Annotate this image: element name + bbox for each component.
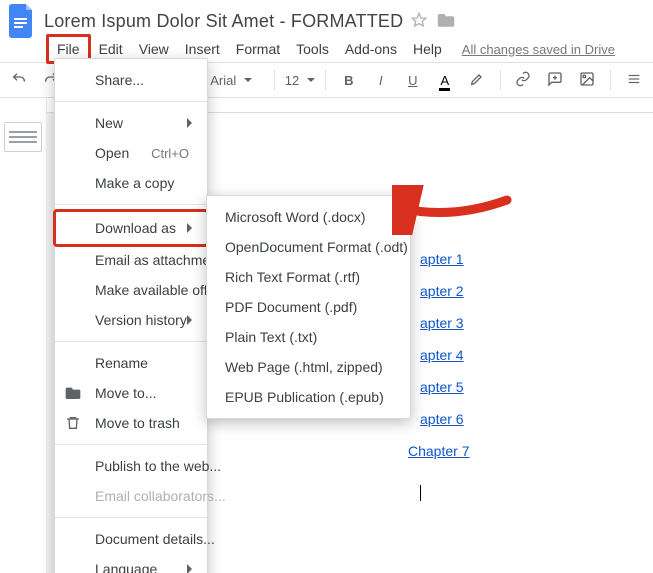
file-dropdown-menu: Share... New OpenCtrl+O Make a copy Down…: [54, 58, 208, 573]
italic-button[interactable]: I: [368, 69, 394, 92]
insert-link-button[interactable]: [510, 67, 536, 94]
toolbar-separator: [325, 70, 326, 90]
file-menu-document-details[interactable]: Document details...: [55, 524, 207, 554]
file-menu-make-offline[interactable]: Make available offline: [55, 275, 207, 305]
file-menu-download-as[interactable]: Download as: [55, 211, 207, 245]
underline-button[interactable]: U: [400, 69, 426, 92]
menu-help[interactable]: Help: [405, 37, 450, 61]
toolbar-separator: [500, 70, 501, 90]
text-color-button[interactable]: A: [432, 69, 458, 92]
download-txt[interactable]: Plain Text (.txt): [207, 322, 410, 352]
file-menu-email-attachment[interactable]: Email as attachment...: [55, 245, 207, 275]
font-family-select[interactable]: Arial: [210, 73, 264, 88]
download-docx[interactable]: Microsoft Word (.docx): [207, 202, 410, 232]
chapter-link[interactable]: apter 4: [420, 347, 464, 363]
menu-addons[interactable]: Add-ons: [337, 37, 405, 61]
chapter-link[interactable]: apter 2: [420, 283, 464, 299]
folder-icon: [65, 385, 81, 401]
download-epub[interactable]: EPUB Publication (.epub): [207, 382, 410, 412]
menu-separator: [55, 101, 207, 102]
menu-separator: [55, 341, 207, 342]
menu-separator: [55, 517, 207, 518]
highlight-button[interactable]: [464, 67, 490, 94]
text-caret: [420, 485, 421, 501]
menu-format[interactable]: Format: [228, 37, 288, 61]
chevron-right-icon: [187, 223, 197, 233]
download-pdf[interactable]: PDF Document (.pdf): [207, 292, 410, 322]
trash-icon: [65, 415, 81, 431]
chapter-link[interactable]: Chapter 7: [408, 443, 469, 459]
download-as-submenu: Microsoft Word (.docx) OpenDocument Form…: [206, 195, 411, 419]
file-menu-new[interactable]: New: [55, 108, 207, 138]
file-menu-move-to[interactable]: Move to...: [55, 378, 207, 408]
menu-separator: [55, 444, 207, 445]
file-menu-share[interactable]: Share...: [55, 65, 207, 95]
file-menu-open[interactable]: OpenCtrl+O: [55, 138, 207, 168]
toolbar-separator: [274, 70, 275, 90]
document-title[interactable]: Lorem Ispum Dolor Sit Amet - FORMATTED: [44, 11, 411, 32]
shortcut-label: Ctrl+O: [151, 146, 189, 161]
insert-image-button[interactable]: [574, 67, 600, 94]
download-html[interactable]: Web Page (.html, zipped): [207, 352, 410, 382]
menu-tools[interactable]: Tools: [288, 37, 337, 61]
chapter-link[interactable]: apter 5: [420, 379, 464, 395]
file-menu-language[interactable]: Language: [55, 554, 207, 573]
document-outline-icon[interactable]: [4, 122, 42, 152]
chapter-link[interactable]: apter 6: [420, 411, 464, 427]
download-odt[interactable]: OpenDocument Format (.odt): [207, 232, 410, 262]
chevron-right-icon: [187, 118, 197, 128]
toolbar-separator: [610, 70, 611, 90]
undo-button[interactable]: [6, 67, 32, 94]
file-menu-publish-web[interactable]: Publish to the web...: [55, 451, 207, 481]
chevron-right-icon: [187, 564, 197, 573]
star-icon[interactable]: [411, 12, 427, 31]
chevron-right-icon: [187, 315, 197, 325]
menu-separator: [55, 204, 207, 205]
file-menu-version-history[interactable]: Version history: [55, 305, 207, 335]
docs-logo-icon[interactable]: [8, 3, 36, 39]
file-menu-email-collaborators: Email collaborators...: [55, 481, 207, 511]
font-size-select[interactable]: 12: [285, 73, 315, 88]
save-status[interactable]: All changes saved in Drive: [462, 42, 615, 57]
align-button[interactable]: [621, 68, 647, 93]
insert-comment-button[interactable]: [542, 67, 568, 94]
file-menu-move-to-trash[interactable]: Move to trash: [55, 408, 207, 438]
chapter-link[interactable]: apter 1: [420, 251, 464, 267]
folder-move-icon[interactable]: [437, 12, 455, 31]
chapter-link[interactable]: apter 3: [420, 315, 464, 331]
file-menu-make-copy[interactable]: Make a copy: [55, 168, 207, 198]
bold-button[interactable]: B: [336, 69, 362, 92]
file-menu-rename[interactable]: Rename: [55, 348, 207, 378]
download-rtf[interactable]: Rich Text Format (.rtf): [207, 262, 410, 292]
